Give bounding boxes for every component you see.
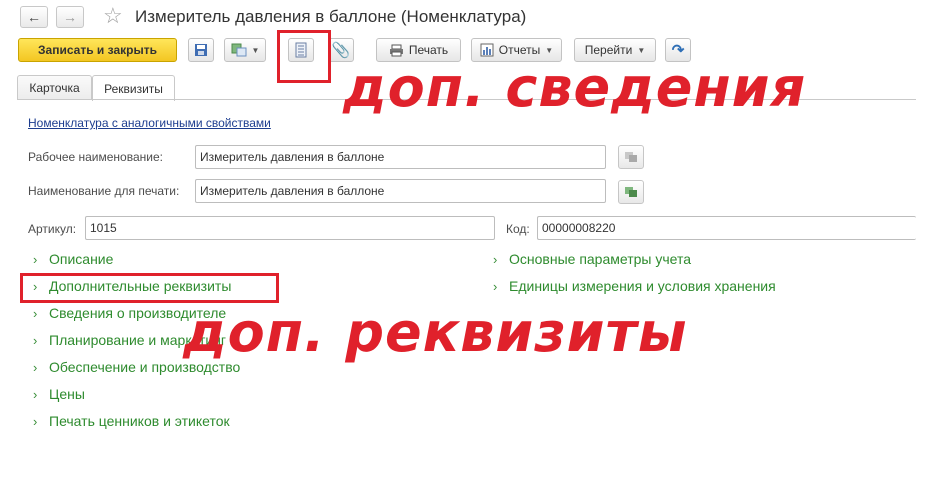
tab-requisites-label: Реквизиты — [104, 81, 163, 96]
annotation-additional-info: доп. сведения — [343, 56, 807, 119]
highlight-box-additional-requisites — [20, 273, 279, 303]
star-icon[interactable]: ☆ — [103, 3, 123, 29]
copy-icon — [625, 187, 637, 197]
save-icon — [195, 44, 207, 56]
copy-icon — [625, 152, 637, 162]
chevron-right-icon: › — [33, 306, 38, 321]
forward-button[interactable]: → — [56, 6, 84, 28]
print-name-field[interactable]: Измеритель давления в баллоне — [195, 179, 606, 203]
back-button[interactable]: ← — [20, 6, 48, 28]
group-label: Основные параметры учета — [509, 251, 692, 267]
chevron-right-icon: › — [33, 414, 38, 429]
group-price-tags[interactable]: › Печать ценников и этикеток — [33, 413, 230, 429]
article-field[interactable]: 1015 — [85, 216, 495, 240]
group-description[interactable]: › Описание — [33, 251, 113, 267]
create-on-basis-icon — [231, 43, 247, 57]
chevron-down-icon: ▼ — [545, 45, 554, 55]
working-name-field[interactable]: Измеритель давления в баллоне — [195, 145, 606, 169]
save-and-close-button[interactable]: Записать и закрыть — [18, 38, 177, 62]
working-name-label: Рабочее наименование: — [28, 150, 163, 164]
window-title: Измеритель давления в баллоне (Номенклат… — [135, 7, 527, 26]
article-label: Артикул: — [28, 222, 77, 236]
group-label: Печать ценников и этикеток — [49, 413, 230, 429]
save-and-close-label: Записать и закрыть — [38, 43, 157, 57]
chevron-down-icon: ▼ — [251, 45, 260, 55]
arrow-left-icon: ← — [27, 9, 41, 25]
tab-card[interactable]: Карточка — [17, 75, 92, 100]
group-label: Описание — [49, 251, 114, 267]
save-button[interactable] — [188, 38, 214, 62]
annotation-additional-requisites: доп. реквизиты — [183, 301, 688, 364]
group-prices[interactable]: › Цены — [33, 386, 85, 402]
chevron-right-icon: › — [33, 252, 38, 267]
chevron-down-icon: ▼ — [637, 45, 646, 55]
tab-requisites[interactable]: Реквизиты — [92, 75, 175, 101]
code-field[interactable]: 00000008220 — [537, 216, 916, 240]
create-on-basis-button[interactable]: ▼ — [224, 38, 266, 62]
group-label: Цены — [49, 386, 85, 402]
chevron-right-icon: › — [493, 279, 498, 294]
tab-card-label: Карточка — [29, 81, 80, 95]
code-label: Код: — [506, 222, 530, 236]
chevron-right-icon: › — [493, 252, 498, 267]
group-units-storage[interactable]: › Единицы измерения и условия хранения — [493, 278, 776, 294]
print-name-copy-button[interactable] — [618, 180, 644, 204]
highlight-box-additional-info — [277, 30, 331, 83]
arrow-right-icon: → — [63, 9, 77, 25]
group-accounting-params[interactable]: › Основные параметры учета — [493, 251, 691, 267]
chevron-right-icon: › — [33, 333, 38, 348]
chevron-right-icon: › — [33, 360, 38, 375]
group-label: Единицы измерения и условия хранения — [509, 278, 776, 294]
print-name-label: Наименование для печати: — [28, 184, 180, 198]
chevron-right-icon: › — [33, 387, 38, 402]
similar-items-link[interactable]: Номенклатура с аналогичными свойствами — [28, 116, 271, 130]
working-name-copy-button[interactable] — [618, 145, 644, 169]
